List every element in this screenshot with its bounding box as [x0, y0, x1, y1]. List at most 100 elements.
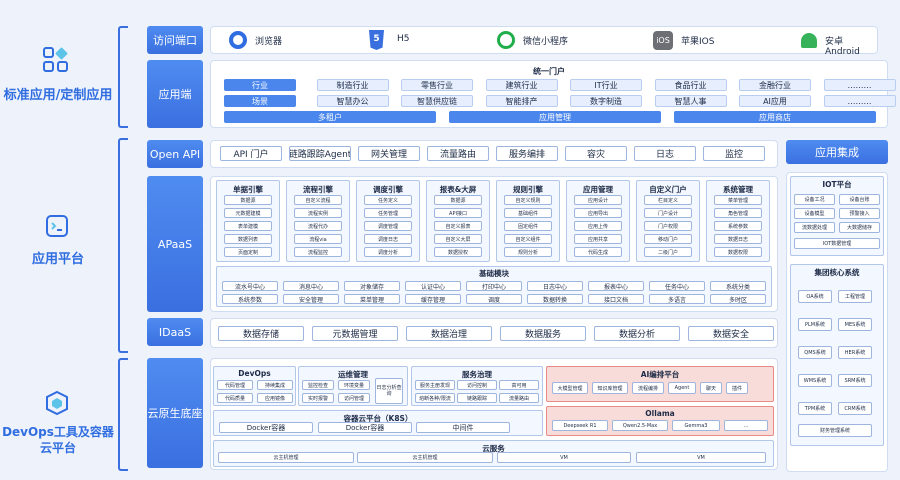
industry-item[interactable]: 建筑行业: [485, 79, 558, 91]
engine-item[interactable]: 任务定义: [364, 195, 412, 205]
scene-item[interactable]: AI应用: [739, 95, 811, 107]
iot-item[interactable]: 预警接入: [839, 208, 880, 219]
core-item[interactable]: QMS系统: [798, 346, 832, 359]
engine-item[interactable]: 数据源: [434, 195, 482, 205]
engine-item[interactable]: 数据源: [224, 195, 272, 205]
ops-item[interactable]: 访问管理: [338, 393, 370, 403]
engine-item[interactable]: 元数据建模: [224, 208, 272, 218]
devops-item[interactable]: 应用镜像: [257, 393, 293, 403]
engine-item[interactable]: 流程via: [294, 234, 342, 244]
cloudservice-item[interactable]: VM: [497, 452, 631, 463]
engine-item[interactable]: API接口: [434, 208, 482, 218]
basic-item[interactable]: 调度: [466, 294, 522, 304]
cloudservice-item[interactable]: 云主机管理: [218, 452, 354, 463]
engine-item[interactable]: 数据日志: [714, 234, 762, 244]
engine-item[interactable]: 流程代办: [294, 221, 342, 231]
engine-item[interactable]: 表单建模: [224, 221, 272, 231]
svc-item[interactable]: 服务主册发现: [415, 380, 455, 390]
svc-item[interactable]: 熔断各种/限流: [415, 393, 455, 403]
basic-item[interactable]: 报表中心: [588, 281, 644, 291]
engine-item[interactable]: 系统参数: [714, 221, 762, 231]
core-item[interactable]: OA系统: [798, 290, 832, 303]
ai-item[interactable]: 流程编排: [632, 382, 664, 394]
scene-item[interactable]: 智慧供应链: [401, 95, 473, 107]
basic-item[interactable]: 打印中心: [466, 281, 522, 291]
ai-item[interactable]: 聊天: [700, 382, 722, 394]
ai-item[interactable]: 大模型管理: [552, 382, 588, 394]
engine-item[interactable]: 栏目定义: [644, 195, 692, 205]
scene-item[interactable]: 数字制造: [570, 95, 642, 107]
basic-item[interactable]: 多时区: [710, 294, 766, 304]
engine-item[interactable]: 自定义流程: [294, 195, 342, 205]
devops-item[interactable]: 持续集成: [257, 380, 293, 390]
engine-item[interactable]: 应用共享: [574, 234, 622, 244]
engine-item[interactable]: 门户权限: [644, 221, 692, 231]
svc-item[interactable]: 链路跟踪: [457, 393, 497, 403]
app-bar-item[interactable]: 应用管理: [449, 111, 661, 123]
engine-item[interactable]: 调度分析: [364, 247, 412, 257]
core-item[interactable]: 财务管理系统: [798, 424, 872, 437]
engine-item[interactable]: 自定义规则: [504, 195, 552, 205]
access-h5[interactable]: H5: [397, 34, 410, 44]
openapi-item[interactable]: 日志: [634, 146, 696, 161]
cloudservice-item[interactable]: VM: [636, 452, 766, 463]
engine-item[interactable]: 流程实例: [294, 208, 342, 218]
openapi-item[interactable]: 监控: [703, 146, 765, 161]
engine-item[interactable]: 自定义报表: [434, 221, 482, 231]
engine-item[interactable]: 代码生成: [574, 247, 622, 257]
ollama-item[interactable]: ...: [724, 420, 768, 431]
access-browser[interactable]: 浏览器: [255, 34, 282, 47]
engine-item[interactable]: 菜单管理: [714, 195, 762, 205]
iot-item[interactable]: 流数据处理: [794, 222, 835, 233]
industry-item[interactable]: 金融行业: [739, 79, 811, 91]
basic-item[interactable]: 系统分类: [710, 281, 766, 291]
core-item[interactable]: TPM系统: [798, 402, 832, 415]
basic-item[interactable]: 流水号中心: [222, 281, 278, 291]
app-bar-item[interactable]: 应用商店: [674, 111, 876, 123]
industry-item[interactable]: 制造行业: [316, 79, 389, 91]
basic-item[interactable]: 多语言: [649, 294, 705, 304]
engine-item[interactable]: 应用导出: [574, 208, 622, 218]
core-item[interactable]: HER系统: [838, 346, 872, 359]
engine-item[interactable]: 流程监控: [294, 247, 342, 257]
openapi-item[interactable]: 链路跟踪Agent: [289, 146, 351, 161]
openapi-item[interactable]: 网关管理: [358, 146, 420, 161]
idaas-item[interactable]: 数据服务: [500, 326, 586, 341]
engine-item[interactable]: 角色管理: [714, 208, 762, 218]
basic-item[interactable]: 接口文档: [588, 294, 644, 304]
iot-item[interactable]: 大数据储存: [839, 222, 880, 233]
idaas-item[interactable]: 数据分析: [594, 326, 680, 341]
engine-item[interactable]: 规则分析: [504, 247, 552, 257]
engine-item[interactable]: 自定义大屏: [434, 234, 482, 244]
engine-item[interactable]: 固定组件: [504, 221, 552, 231]
engine-item[interactable]: 页面定制: [224, 247, 272, 257]
devops-item[interactable]: 代码质量: [217, 393, 253, 403]
engine-item[interactable]: 调度管理: [364, 221, 412, 231]
basic-item[interactable]: 缓存管理: [405, 294, 461, 304]
iot-item[interactable]: IOT数据管理: [794, 238, 880, 249]
iot-item[interactable]: 设备模型: [794, 208, 835, 219]
ai-item[interactable]: 插件: [726, 382, 748, 394]
engine-item[interactable]: 基础组件: [504, 208, 552, 218]
openapi-item[interactable]: 流量路由: [427, 146, 489, 161]
basic-item[interactable]: 系统参数: [222, 294, 278, 304]
ollama-item[interactable]: Deepseek R1: [552, 420, 608, 431]
engine-item[interactable]: 二级门户: [644, 247, 692, 257]
app-bar-item[interactable]: 多租户: [224, 111, 436, 123]
basic-item[interactable]: 消息中心: [283, 281, 339, 291]
core-item[interactable]: PLM系统: [798, 318, 832, 331]
engine-item[interactable]: 调度日志: [364, 234, 412, 244]
openapi-item[interactable]: 容灾: [565, 146, 627, 161]
basic-item[interactable]: 安全管理: [283, 294, 339, 304]
openapi-item[interactable]: 服务编排: [496, 146, 558, 161]
basic-item[interactable]: 对象储存: [344, 281, 400, 291]
core-item[interactable]: WMS系统: [798, 374, 832, 387]
engine-item[interactable]: 数据授权: [434, 247, 482, 257]
svc-item[interactable]: 访问控制: [457, 380, 497, 390]
k8s-item[interactable]: Docker容器: [219, 422, 313, 433]
scene-item[interactable]: ………: [823, 95, 896, 107]
core-item[interactable]: SRM系统: [838, 374, 872, 387]
access-ios[interactable]: 苹果IOS: [681, 34, 714, 47]
access-wechat[interactable]: 微信小程序: [523, 34, 568, 47]
svc-item[interactable]: 高可用: [499, 380, 539, 390]
